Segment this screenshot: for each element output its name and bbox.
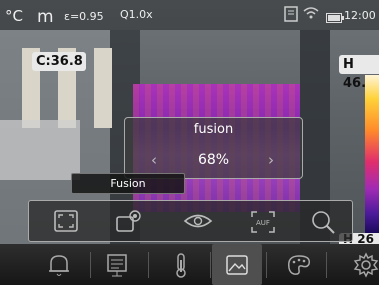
document-icon — [107, 254, 127, 277]
menu-settings[interactable] — [340, 244, 379, 285]
auto-focus-label: AUF — [256, 219, 270, 227]
storage-icon — [284, 6, 298, 26]
status-bar: °C m ε=0.95 Q1.0x 12:00 — [0, 0, 379, 30]
bell-icon — [49, 255, 69, 276]
camera-switch-button[interactable] — [97, 201, 157, 241]
zoom-level: Q1.0x — [120, 8, 153, 21]
high-temp-readout: H 46. — [339, 55, 379, 91]
emissivity: ε=0.95 — [64, 10, 104, 23]
image-icon — [226, 255, 248, 275]
center-temp-readout: C:36.8 — [32, 52, 86, 71]
fusion-dialog: fusion ‹ 68% › — [124, 117, 303, 179]
wifi-icon — [303, 6, 319, 24]
menu-divider — [326, 252, 327, 278]
mode-label: Fusion — [71, 173, 185, 194]
menu-divider — [210, 252, 211, 278]
zoom-button[interactable] — [291, 201, 351, 241]
auto-focus-button[interactable]: AUF — [231, 201, 291, 241]
gear-icon — [353, 252, 379, 278]
menu-image-mode[interactable] — [212, 244, 262, 285]
breaker-block — [0, 120, 80, 180]
auto-focus-icon: AUF — [251, 211, 275, 233]
eye-icon — [183, 214, 213, 228]
visibility-button[interactable] — [165, 201, 225, 241]
menu-alarm[interactable] — [34, 244, 84, 285]
distance-unit: m — [37, 7, 54, 27]
fusion-increase-button[interactable]: › — [268, 151, 274, 169]
menu-divider — [90, 252, 91, 278]
palette-icon — [287, 255, 311, 275]
tool-bar: AUF — [28, 200, 353, 242]
menu-divider — [148, 252, 149, 278]
battery-icon — [326, 9, 344, 27]
camera-rotate-icon — [116, 210, 141, 232]
magnifier-icon — [312, 211, 335, 234]
clock: 12:00 — [344, 9, 376, 22]
busbar — [94, 48, 112, 128]
menu-temperature[interactable] — [156, 244, 206, 285]
menu-divider — [266, 252, 267, 278]
thermometer-icon — [176, 253, 186, 278]
temp-unit: °C — [5, 7, 23, 25]
thermal-camera-screen: °C m ε=0.95 Q1.0x 12:00 C:36.8 H 46. H 2… — [0, 0, 379, 285]
frame-icon — [54, 210, 78, 232]
menu-report[interactable] — [92, 244, 142, 285]
frame-tool-button[interactable] — [35, 201, 95, 241]
fusion-value: 68% — [197, 152, 230, 168]
color-scale-bar — [365, 75, 379, 233]
menu-palette[interactable] — [272, 244, 322, 285]
bottom-menu — [0, 244, 379, 285]
fusion-title: fusion — [193, 122, 234, 137]
